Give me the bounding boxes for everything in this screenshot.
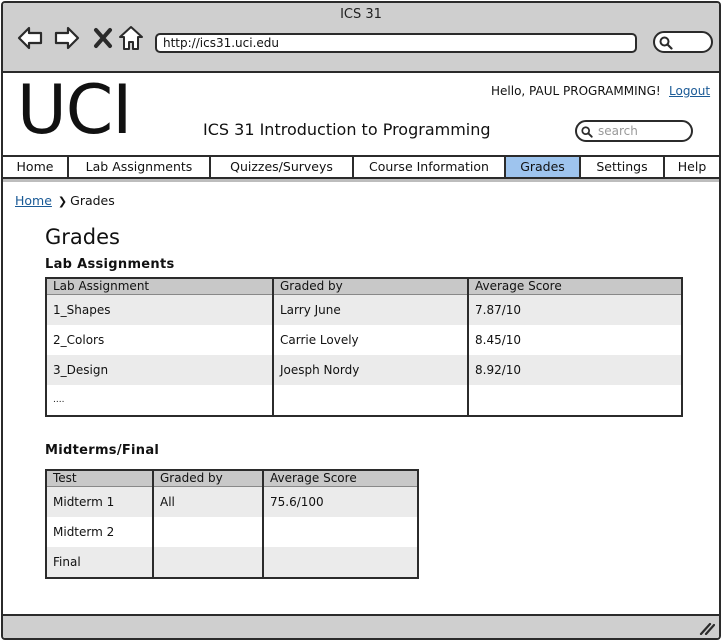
- table-cell: [152, 517, 263, 547]
- table-row: ....: [46, 385, 682, 416]
- main-nav-tabs: Home Lab Assignments Quizzes/Surveys Cou…: [3, 155, 719, 179]
- site-title: ICS 31 Introduction to Programming: [203, 120, 491, 139]
- lab-assignments-table: Lab Assignment Graded by Average Score 1…: [45, 277, 683, 417]
- table-row: Midterm 1 All 75.6/100: [46, 486, 418, 517]
- midterms-final-heading: Midterms/Final: [45, 443, 160, 458]
- status-bar: [3, 614, 719, 638]
- column-header: Average Score: [262, 470, 418, 487]
- midterms-final-table: Test Graded by Average Score Midterm 1 A…: [45, 469, 419, 579]
- breadcrumb-current: Grades: [70, 193, 115, 208]
- chevron-right-icon: ❯: [57, 195, 68, 208]
- column-header: Lab Assignment: [46, 278, 273, 295]
- column-header: Test: [46, 470, 153, 487]
- table-row: 2_Colors Carrie Lovely 8.45/10: [46, 325, 682, 355]
- column-header: Average Score: [467, 278, 682, 295]
- site-search-input[interactable]: search: [575, 120, 693, 142]
- table-cell: Larry June: [272, 294, 468, 325]
- table-cell: Midterm 1: [46, 486, 153, 517]
- table-header-row: Lab Assignment Graded by Average Score: [46, 278, 682, 295]
- column-header: Graded by: [272, 278, 468, 295]
- table-cell: [262, 517, 418, 547]
- table-cell: Carrie Lovely: [272, 325, 468, 355]
- breadcrumb-home-link[interactable]: Home: [15, 193, 52, 208]
- table-cell: 8.45/10: [467, 325, 682, 355]
- table-cell: Joesph Nordy: [272, 355, 468, 385]
- home-icon[interactable]: [117, 24, 145, 52]
- tab-settings[interactable]: Settings: [581, 157, 665, 177]
- table-cell: All: [152, 486, 263, 517]
- user-greeting: Hello, PAUL PROGRAMMING!: [491, 84, 661, 98]
- page-title: Grades: [45, 225, 120, 249]
- search-icon: [581, 126, 593, 138]
- column-header: Graded by: [152, 470, 263, 487]
- tab-lab-assignments[interactable]: Lab Assignments: [69, 157, 211, 177]
- logout-link[interactable]: Logout: [669, 84, 710, 98]
- tab-help[interactable]: Help: [665, 157, 719, 177]
- table-cell: [467, 385, 682, 416]
- table-cell: [272, 385, 468, 416]
- table-header-row: Test Graded by Average Score: [46, 470, 418, 487]
- site-search-placeholder: search: [598, 124, 638, 138]
- browser-search-field[interactable]: [653, 31, 713, 53]
- table-row: 3_Design Joesph Nordy 8.92/10: [46, 355, 682, 385]
- table-cell: 1_Shapes: [46, 294, 273, 325]
- table-cell: [262, 547, 418, 578]
- tab-home[interactable]: Home: [3, 157, 69, 177]
- table-cell: 75.6/100: [262, 486, 418, 517]
- back-arrow-icon[interactable]: [16, 24, 44, 52]
- search-icon: [659, 36, 673, 50]
- uci-logo: UCI: [17, 71, 132, 150]
- tab-course-information[interactable]: Course Information: [354, 157, 506, 177]
- tab-grades[interactable]: Grades: [506, 157, 581, 177]
- forward-arrow-icon[interactable]: [53, 24, 81, 52]
- browser-chrome: ICS 31 http://ics31.uci.edu: [3, 3, 719, 73]
- table-row: Midterm 2: [46, 517, 418, 547]
- table-cell: 8.92/10: [467, 355, 682, 385]
- lab-assignments-heading: Lab Assignments: [45, 257, 175, 272]
- window-title: ICS 31: [340, 7, 382, 22]
- tabs-shadow: [3, 179, 719, 182]
- table-cell: 7.87/10: [467, 294, 682, 325]
- table-row: Final: [46, 547, 418, 578]
- table-cell: 2_Colors: [46, 325, 273, 355]
- table-cell: Final: [46, 547, 153, 578]
- table-cell: [152, 547, 263, 578]
- resize-grip-icon[interactable]: [699, 621, 715, 635]
- table-row: 1_Shapes Larry June 7.87/10: [46, 294, 682, 325]
- close-x-icon[interactable]: [89, 24, 117, 52]
- table-cell: ....: [46, 385, 273, 416]
- table-cell: Midterm 2: [46, 517, 153, 547]
- breadcrumb: Home ❯ Grades: [15, 193, 115, 208]
- tab-quizzes-surveys[interactable]: Quizzes/Surveys: [211, 157, 354, 177]
- browser-window: ICS 31 http://ics31.uci.edu UCI ICS 31 I…: [1, 1, 721, 640]
- table-cell: 3_Design: [46, 355, 273, 385]
- address-bar[interactable]: http://ics31.uci.edu: [155, 33, 637, 53]
